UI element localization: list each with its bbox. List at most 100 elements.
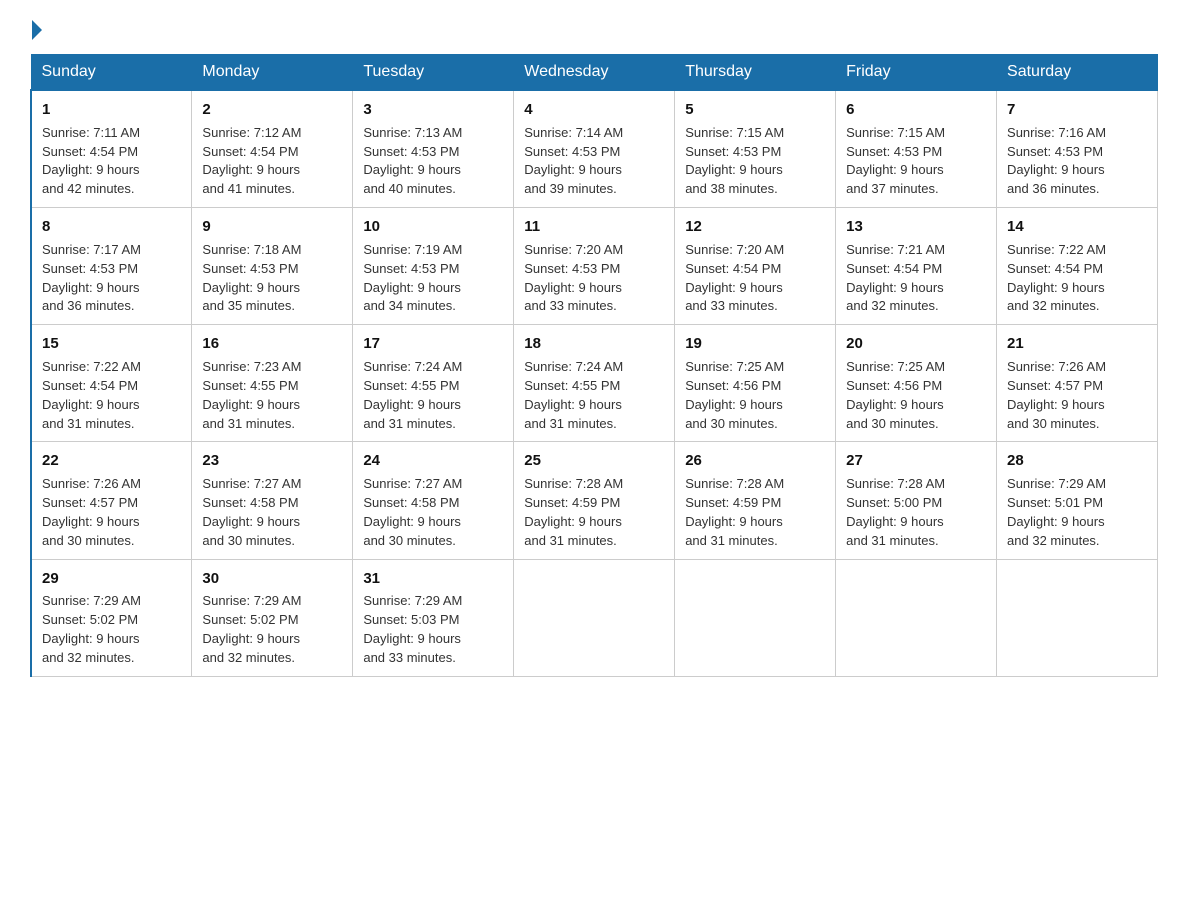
calendar-day-cell: 10 Sunrise: 7:19 AMSunset: 4:53 PMDayligh… <box>353 208 514 325</box>
day-number: 17 <box>363 333 503 355</box>
day-info: Sunrise: 7:22 AMSunset: 4:54 PMDaylight:… <box>1007 242 1106 314</box>
day-number: 9 <box>202 216 342 238</box>
calendar-day-cell: 16 Sunrise: 7:23 AMSunset: 4:55 PMDayligh… <box>192 325 353 442</box>
day-info: Sunrise: 7:25 AMSunset: 4:56 PMDaylight:… <box>685 359 784 431</box>
page-header <box>30 20 1158 36</box>
day-info: Sunrise: 7:24 AMSunset: 4:55 PMDaylight:… <box>363 359 462 431</box>
header-friday: Friday <box>836 55 997 91</box>
calendar-day-cell: 9Sunrise: 7:18 AMSunset: 4:53 PMDaylight… <box>192 208 353 325</box>
calendar-empty-cell <box>997 559 1158 676</box>
day-number: 12 <box>685 216 825 238</box>
day-number: 10 <box>363 216 503 238</box>
day-number: 14 <box>1007 216 1147 238</box>
day-number: 31 <box>363 568 503 590</box>
day-info: Sunrise: 7:28 AMSunset: 5:00 PMDaylight:… <box>846 476 945 548</box>
day-number: 5 <box>685 99 825 121</box>
day-number: 4 <box>524 99 664 121</box>
calendar-day-cell: 7 Sunrise: 7:16 AMSunset: 4:53 PMDaylight… <box>997 90 1158 208</box>
calendar-empty-cell <box>675 559 836 676</box>
calendar-week-row: 22 Sunrise: 7:26 AMSunset: 4:57 PMDayligh… <box>31 442 1158 559</box>
calendar-day-cell: 21 Sunrise: 7:26 AMSunset: 4:57 PMDayligh… <box>997 325 1158 442</box>
day-number: 15 <box>42 333 181 355</box>
calendar-week-row: 1Sunrise: 7:11 AMSunset: 4:54 PMDaylight… <box>31 90 1158 208</box>
calendar-day-cell: 13 Sunrise: 7:21 AMSunset: 4:54 PMDayligh… <box>836 208 997 325</box>
calendar-empty-cell <box>836 559 997 676</box>
day-number: 20 <box>846 333 986 355</box>
day-number: 21 <box>1007 333 1147 355</box>
day-number: 6 <box>846 99 986 121</box>
day-info: Sunrise: 7:14 AMSunset: 4:53 PMDaylight:… <box>524 125 623 197</box>
logo-arrow-icon <box>32 20 42 40</box>
calendar-day-cell: 28Sunrise: 7:29 AMSunset: 5:01 PMDayligh… <box>997 442 1158 559</box>
calendar-week-row: 15 Sunrise: 7:22 AMSunset: 4:54 PMDayligh… <box>31 325 1158 442</box>
calendar-day-cell: 31 Sunrise: 7:29 AMSunset: 5:03 PMDayligh… <box>353 559 514 676</box>
calendar-day-cell: 18 Sunrise: 7:24 AMSunset: 4:55 PMDayligh… <box>514 325 675 442</box>
calendar-day-cell: 11Sunrise: 7:20 AMSunset: 4:53 PMDayligh… <box>514 208 675 325</box>
calendar-day-cell: 19 Sunrise: 7:25 AMSunset: 4:56 PMDayligh… <box>675 325 836 442</box>
day-number: 23 <box>202 450 342 472</box>
day-info: Sunrise: 7:27 AMSunset: 4:58 PMDaylight:… <box>363 476 462 548</box>
calendar-day-cell: 15 Sunrise: 7:22 AMSunset: 4:54 PMDayligh… <box>31 325 192 442</box>
day-number: 3 <box>363 99 503 121</box>
calendar-day-cell: 2 Sunrise: 7:12 AMSunset: 4:54 PMDaylight… <box>192 90 353 208</box>
day-number: 13 <box>846 216 986 238</box>
day-number: 8 <box>42 216 181 238</box>
day-info: Sunrise: 7:25 AMSunset: 4:56 PMDaylight:… <box>846 359 945 431</box>
calendar-day-cell: 29 Sunrise: 7:29 AMSunset: 5:02 PMDayligh… <box>31 559 192 676</box>
day-info: Sunrise: 7:29 AMSunset: 5:02 PMDaylight:… <box>202 593 301 665</box>
day-info: Sunrise: 7:11 AMSunset: 4:54 PMDaylight:… <box>42 125 140 197</box>
day-info: Sunrise: 7:27 AMSunset: 4:58 PMDaylight:… <box>202 476 301 548</box>
calendar-day-cell: 4 Sunrise: 7:14 AMSunset: 4:53 PMDaylight… <box>514 90 675 208</box>
day-info: Sunrise: 7:28 AMSunset: 4:59 PMDaylight:… <box>685 476 784 548</box>
calendar-day-cell: 24 Sunrise: 7:27 AMSunset: 4:58 PMDayligh… <box>353 442 514 559</box>
calendar-table: SundayMondayTuesdayWednesdayThursdayFrid… <box>30 54 1158 677</box>
day-number: 7 <box>1007 99 1147 121</box>
day-info: Sunrise: 7:20 AMSunset: 4:54 PMDaylight:… <box>685 242 784 314</box>
day-info: Sunrise: 7:20 AMSunset: 4:53 PMDaylight:… <box>524 242 623 314</box>
calendar-day-cell: 6Sunrise: 7:15 AMSunset: 4:53 PMDaylight… <box>836 90 997 208</box>
day-info: Sunrise: 7:24 AMSunset: 4:55 PMDaylight:… <box>524 359 623 431</box>
day-info: Sunrise: 7:13 AMSunset: 4:53 PMDaylight:… <box>363 125 462 197</box>
calendar-day-cell: 25 Sunrise: 7:28 AMSunset: 4:59 PMDayligh… <box>514 442 675 559</box>
day-info: Sunrise: 7:16 AMSunset: 4:53 PMDaylight:… <box>1007 125 1106 197</box>
day-number: 25 <box>524 450 664 472</box>
day-info: Sunrise: 7:15 AMSunset: 4:53 PMDaylight:… <box>685 125 784 197</box>
calendar-week-row: 8 Sunrise: 7:17 AMSunset: 4:53 PMDaylight… <box>31 208 1158 325</box>
calendar-day-cell: 23 Sunrise: 7:27 AMSunset: 4:58 PMDayligh… <box>192 442 353 559</box>
calendar-day-cell: 3 Sunrise: 7:13 AMSunset: 4:53 PMDaylight… <box>353 90 514 208</box>
day-number: 27 <box>846 450 986 472</box>
day-info: Sunrise: 7:17 AMSunset: 4:53 PMDaylight:… <box>42 242 141 314</box>
calendar-day-cell: 1Sunrise: 7:11 AMSunset: 4:54 PMDaylight… <box>31 90 192 208</box>
day-number: 2 <box>202 99 342 121</box>
calendar-day-cell: 8 Sunrise: 7:17 AMSunset: 4:53 PMDaylight… <box>31 208 192 325</box>
calendar-day-cell: 30 Sunrise: 7:29 AMSunset: 5:02 PMDayligh… <box>192 559 353 676</box>
day-number: 29 <box>42 568 181 590</box>
day-number: 24 <box>363 450 503 472</box>
day-info: Sunrise: 7:29 AMSunset: 5:03 PMDaylight:… <box>363 593 462 665</box>
day-info: Sunrise: 7:12 AMSunset: 4:54 PMDaylight:… <box>202 125 301 197</box>
day-info: Sunrise: 7:19 AMSunset: 4:53 PMDaylight:… <box>363 242 462 314</box>
day-number: 22 <box>42 450 181 472</box>
day-info: Sunrise: 7:29 AMSunset: 5:02 PMDaylight:… <box>42 593 141 665</box>
day-number: 30 <box>202 568 342 590</box>
header-thursday: Thursday <box>675 55 836 91</box>
header-tuesday: Tuesday <box>353 55 514 91</box>
calendar-week-row: 29 Sunrise: 7:29 AMSunset: 5:02 PMDayligh… <box>31 559 1158 676</box>
header-wednesday: Wednesday <box>514 55 675 91</box>
day-number: 18 <box>524 333 664 355</box>
calendar-day-cell: 22 Sunrise: 7:26 AMSunset: 4:57 PMDayligh… <box>31 442 192 559</box>
day-info: Sunrise: 7:26 AMSunset: 4:57 PMDaylight:… <box>42 476 141 548</box>
calendar-day-cell: 26Sunrise: 7:28 AMSunset: 4:59 PMDayligh… <box>675 442 836 559</box>
day-info: Sunrise: 7:26 AMSunset: 4:57 PMDaylight:… <box>1007 359 1106 431</box>
day-number: 28 <box>1007 450 1147 472</box>
calendar-empty-cell <box>514 559 675 676</box>
day-info: Sunrise: 7:22 AMSunset: 4:54 PMDaylight:… <box>42 359 141 431</box>
day-info: Sunrise: 7:28 AMSunset: 4:59 PMDaylight:… <box>524 476 623 548</box>
header-sunday: Sunday <box>31 55 192 91</box>
header-monday: Monday <box>192 55 353 91</box>
day-info: Sunrise: 7:23 AMSunset: 4:55 PMDaylight:… <box>202 359 301 431</box>
logo <box>30 20 44 36</box>
day-info: Sunrise: 7:21 AMSunset: 4:54 PMDaylight:… <box>846 242 945 314</box>
day-number: 16 <box>202 333 342 355</box>
day-number: 19 <box>685 333 825 355</box>
